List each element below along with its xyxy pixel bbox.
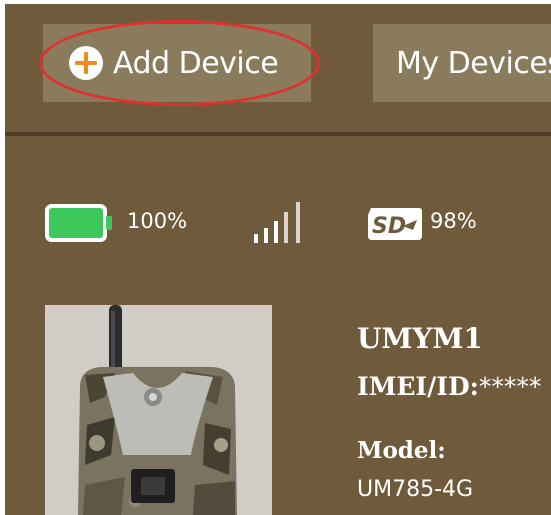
signal-bar-1 [254,234,258,243]
device-name: UMYM1 [357,322,483,355]
my-devices-button[interactable]: My Devices [373,24,551,102]
toolbar-divider [5,132,551,136]
signal-bar-3 [274,221,278,243]
svg-text:SD: SD [372,214,406,239]
my-devices-label: My Devices [396,45,551,81]
add-device-button[interactable]: Add Device [43,24,311,102]
signal-bar-5 [296,202,300,243]
plus-circle-icon [69,46,103,80]
battery-icon [45,204,112,242]
battery-level-fill [49,208,103,238]
model-label: Model: [357,437,446,464]
app-window: Add Device My Devices 100% SD 98% UMYM1 … [0,0,551,515]
signal-bar-4 [284,212,288,243]
battery-percent: 100% [127,209,188,233]
model-value: UM785-4G [357,477,474,502]
imei-row: IMEI/ID:***** [357,372,541,401]
device-status-row: 100% SD 98% [45,200,545,246]
signal-icon [254,202,300,243]
sd-percent: 98% [430,209,477,233]
device-thumbnail[interactable] [45,305,272,515]
add-device-label: Add Device [113,45,279,81]
imei-label: IMEI/ID: [357,372,479,401]
signal-bar-2 [264,228,268,243]
sd-card-icon: SD [368,208,422,240]
imei-value: ***** [478,372,542,401]
trail-camera-image [78,305,237,515]
